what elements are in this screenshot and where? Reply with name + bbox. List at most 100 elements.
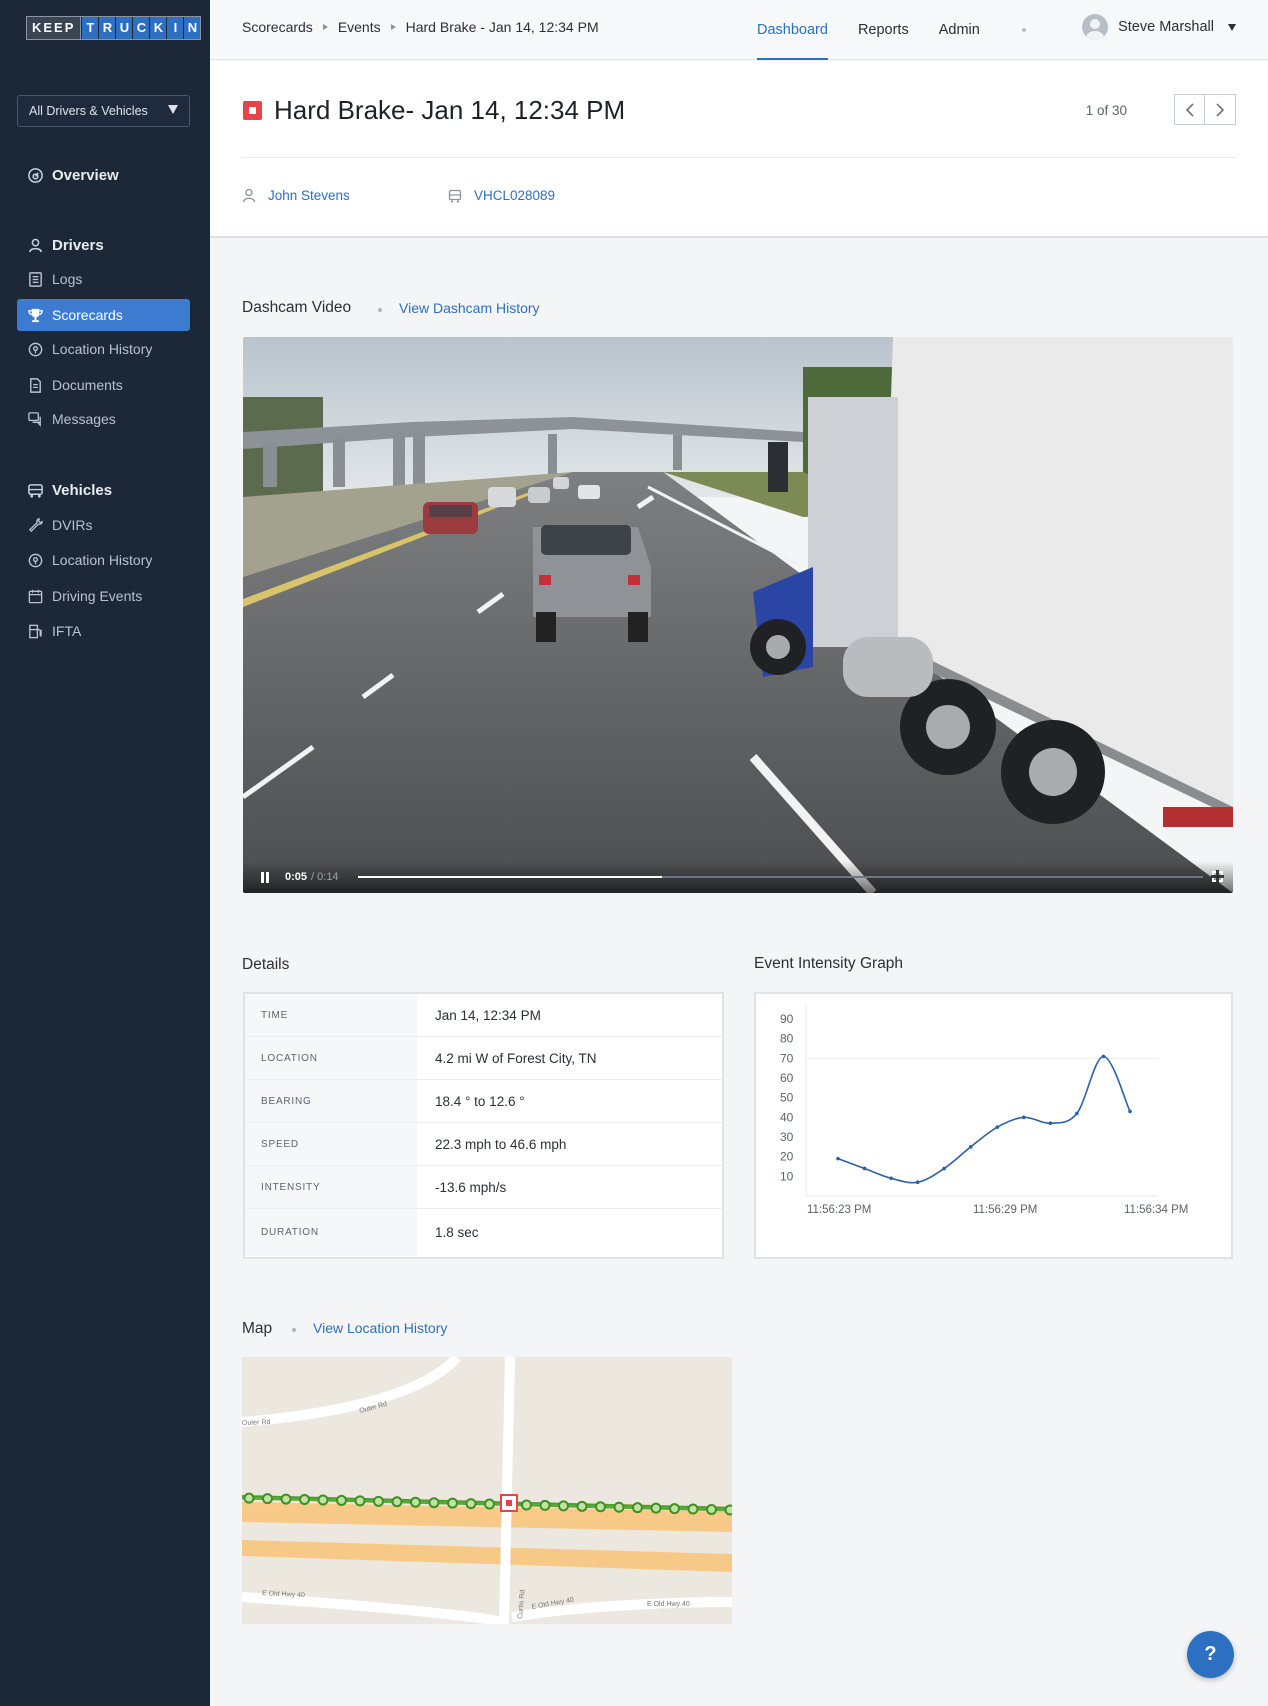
- pager: [1174, 94, 1236, 125]
- event-map[interactable]: Outer Rd Outer Rd E Old Hwy 40 E Old Hwy…: [242, 1357, 732, 1624]
- breadcrumb-events[interactable]: Events: [338, 19, 381, 35]
- breadcrumb: Scorecards Events Hard Brake - Jan 14, 1…: [242, 19, 599, 35]
- chat-bubbles-icon: [28, 411, 41, 427]
- details-label: Time: [245, 994, 417, 1036]
- details-section-title: Details: [242, 956, 290, 973]
- intensity-point: [836, 1156, 840, 1161]
- vehicle-id: VHCL028089: [474, 188, 556, 203]
- route-point: [669, 1503, 680, 1515]
- route-point: [317, 1494, 329, 1506]
- vehicle-icon: [28, 483, 43, 498]
- driver-vehicle-filter-select[interactable]: All Drivers & Vehicles: [17, 95, 190, 127]
- driver-name: John Stevens: [268, 188, 350, 203]
- dashcam-video-player[interactable]: 0:05 / 0:14: [243, 337, 1233, 893]
- user-menu[interactable]: Steve Marshall: [1082, 14, 1236, 40]
- breadcrumb-scorecards[interactable]: Scorecards: [242, 19, 313, 35]
- intensity-point: [889, 1176, 893, 1181]
- chevron-right-icon: [1216, 102, 1225, 117]
- sidebar-header-drivers[interactable]: Drivers: [17, 229, 190, 261]
- tab-admin[interactable]: Admin: [939, 0, 980, 60]
- details-value: 1.8 sec: [435, 1225, 479, 1240]
- sidebar-item-label: Driving Events: [52, 588, 143, 604]
- route-point: [558, 1500, 569, 1512]
- video-progress-slider[interactable]: [358, 876, 1203, 878]
- sidebar-item-documents[interactable]: Documents: [17, 369, 190, 401]
- logo-letter: R: [98, 17, 115, 39]
- sidebar-item-driver-location-history[interactable]: Location History: [17, 333, 190, 365]
- breadcrumb-separator-icon: [390, 24, 396, 30]
- graph-section-title: Event Intensity Graph: [754, 955, 904, 972]
- sidebar-item-label: DVIRs: [52, 517, 93, 533]
- details-value: Jan 14, 12:34 PM: [435, 1007, 541, 1023]
- keeptruckin-logo[interactable]: KEEP TRUCKIN: [26, 16, 202, 40]
- caret-down-icon: [168, 105, 178, 114]
- sidebar-item-overview[interactable]: Overview: [17, 159, 190, 191]
- sidebar-item-dvirs[interactable]: DVIRs: [17, 509, 190, 541]
- intensity-point: [862, 1166, 867, 1171]
- pause-button[interactable]: [261, 871, 269, 883]
- sidebar-item-label: Location History: [52, 341, 153, 357]
- wrench-icon: [28, 517, 43, 532]
- location-pin-icon: [28, 553, 43, 567]
- separator-dot: [292, 1328, 296, 1332]
- details-row: Time Jan 14, 12:34 PM: [245, 994, 722, 1037]
- vehicle-link[interactable]: VHCL028089: [448, 188, 555, 203]
- view-location-history-link[interactable]: View Location History: [313, 1320, 447, 1336]
- driver-link[interactable]: John Stevens: [242, 188, 350, 203]
- view-dashcam-history-link[interactable]: View Dashcam History: [399, 300, 540, 316]
- intensity-point: [968, 1145, 973, 1149]
- route-point: [410, 1496, 421, 1508]
- sidebar-item-label: Documents: [52, 377, 123, 393]
- sidebar-item-label: Scorecards: [52, 307, 123, 323]
- details-value: 22.3 mph to 46.6 mph: [435, 1136, 567, 1152]
- intensity-point: [942, 1166, 946, 1171]
- log-book-icon: [29, 271, 42, 287]
- sidebar-item-messages[interactable]: Messages: [17, 403, 190, 435]
- pager-count: 1 of 30: [1085, 103, 1127, 118]
- trophy-icon: [28, 308, 43, 322]
- sidebar-item-logs[interactable]: Logs: [17, 263, 190, 295]
- previous-event-button[interactable]: [1174, 94, 1205, 125]
- tab-dashboard[interactable]: Dashboard: [757, 0, 828, 60]
- dashcam-frame-image: [243, 337, 1233, 893]
- document-icon: [30, 377, 41, 393]
- page-title: Hard Brake- Jan 14, 12:34 PM: [274, 95, 626, 125]
- sidebar-item-label: Messages: [52, 411, 116, 427]
- next-event-button[interactable]: [1205, 94, 1236, 125]
- help-button[interactable]: ?: [1187, 1631, 1234, 1678]
- y-tick-label: 50: [780, 1091, 794, 1105]
- route-point: [336, 1494, 347, 1506]
- details-label: Duration: [245, 1209, 417, 1256]
- sidebar-header-vehicles[interactable]: Vehicles: [17, 474, 190, 506]
- details-label: Location: [245, 1037, 417, 1079]
- intensity-point: [1101, 1054, 1106, 1059]
- hard-brake-icon: [243, 101, 262, 120]
- breadcrumb-current: Hard Brake - Jan 14, 12:34 PM: [405, 19, 599, 35]
- fullscreen-icon[interactable]: [1211, 870, 1224, 883]
- route-point: [687, 1503, 699, 1515]
- intensity-point: [1128, 1109, 1132, 1114]
- details-value: 4.2 mi W of Forest City, TN: [435, 1050, 597, 1066]
- sidebar-item-driving-events[interactable]: Driving Events: [17, 580, 190, 612]
- route-point: [539, 1499, 551, 1511]
- tab-reports[interactable]: Reports: [858, 0, 909, 60]
- vehicle-icon: [448, 189, 462, 203]
- details-row: Duration 1.8 sec: [245, 1209, 722, 1256]
- filter-label: All Drivers & Vehicles: [29, 104, 148, 118]
- route-point: [521, 1499, 532, 1511]
- y-tick-label: 40: [780, 1110, 794, 1124]
- route-point: [465, 1498, 477, 1510]
- logo-keep-text: KEEP: [26, 16, 82, 40]
- x-tick-label: 11:56:34 PM: [1124, 1204, 1188, 1216]
- sidebar-item-ifta[interactable]: IFTA: [17, 615, 190, 647]
- intensity-point: [995, 1125, 1000, 1129]
- top-bar: Scorecards Events Hard Brake - Jan 14, 1…: [210, 0, 1268, 60]
- sidebar-item-vehicle-location-history[interactable]: Location History: [17, 544, 190, 576]
- route-point: [243, 1492, 255, 1504]
- breadcrumb-separator-icon: [322, 24, 328, 30]
- route-point: [632, 1502, 643, 1514]
- route-point: [576, 1500, 588, 1512]
- y-tick-label: 90: [780, 1012, 794, 1026]
- route-point: [706, 1503, 717, 1515]
- sidebar-item-scorecards[interactable]: Scorecards: [17, 299, 190, 331]
